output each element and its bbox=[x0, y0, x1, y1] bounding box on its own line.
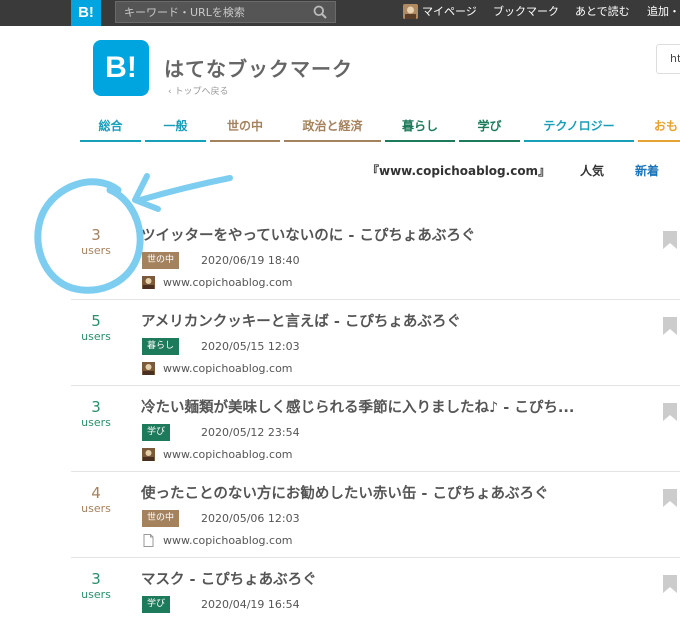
entry-title[interactable]: マスク - こぴちょあぶろぐ bbox=[141, 568, 317, 589]
tab-label: 世の中 bbox=[226, 119, 263, 133]
sort-new-link[interactable]: 新着 bbox=[635, 162, 659, 179]
avatar-icon bbox=[142, 448, 155, 461]
tab-label: 暮らし bbox=[401, 119, 438, 133]
site-title[interactable]: はてなブックマーク bbox=[164, 53, 353, 82]
tab-label: おも bbox=[654, 119, 679, 133]
entry-site[interactable]: www.copichoablog.com bbox=[163, 534, 293, 547]
users-count[interactable]: 5 users bbox=[71, 312, 121, 343]
entry-date: 2020/05/15 12:03 bbox=[201, 340, 300, 353]
entry-title[interactable]: 使ったことのない方にお勧めしたい赤い缶 - こぴちょあぶろぐ bbox=[141, 482, 548, 503]
users-label: users bbox=[81, 416, 111, 429]
sort-popular-link[interactable]: 人気 bbox=[580, 162, 604, 179]
users-count[interactable]: 3 users bbox=[71, 570, 121, 601]
annotation-arrow-line bbox=[137, 175, 233, 203]
search-icon[interactable] bbox=[313, 5, 327, 19]
entry-item: 5 users アメリカンクッキーと言えば - こぴちょあぶろぐ 暮らし 202… bbox=[71, 300, 680, 386]
entry-title[interactable]: 冷たい麺類が美味しく感じられる季節に入りましたね♪ - こぴち... bbox=[141, 396, 574, 417]
users-label: users bbox=[81, 502, 111, 515]
tab-general[interactable]: 一般 bbox=[145, 116, 206, 142]
tab-label: 総合 bbox=[98, 119, 123, 133]
tab-general-all[interactable]: 総合 bbox=[80, 116, 141, 142]
bookmark-icon[interactable] bbox=[663, 489, 677, 507]
tab-society[interactable]: 世の中 bbox=[210, 116, 280, 142]
avatar-icon bbox=[142, 362, 155, 375]
back-link-label: トップへ戻る bbox=[174, 87, 229, 97]
tab-life[interactable]: 暮らし bbox=[385, 116, 455, 142]
tab-technology[interactable]: テクノロジー bbox=[524, 116, 634, 142]
global-header: B! マイページ ブックマーク あとで読む 追加・ bbox=[0, 0, 680, 26]
users-count[interactable]: 4 users bbox=[71, 484, 121, 515]
users-label: users bbox=[81, 330, 111, 343]
entry-site[interactable]: www.copichoablog.com bbox=[163, 448, 293, 461]
bookmark-icon[interactable] bbox=[663, 317, 677, 335]
search-box[interactable] bbox=[115, 1, 336, 23]
nav-add[interactable]: 追加・ bbox=[647, 0, 680, 26]
users-label: users bbox=[81, 588, 111, 601]
category-badge[interactable]: 暮らし bbox=[142, 338, 180, 355]
tab-fun[interactable]: おも bbox=[638, 116, 680, 142]
tab-learning[interactable]: 学び bbox=[459, 116, 520, 142]
back-to-top-link[interactable]: ‹ トップへ戻る bbox=[168, 84, 228, 97]
bookmark-icon[interactable] bbox=[663, 231, 677, 249]
entry-site[interactable]: www.copichoablog.com bbox=[163, 276, 293, 289]
entry-item: 3 users 冷たい麺類が美味しく感じられる季節に入りましたね♪ - こぴち.… bbox=[71, 386, 680, 472]
entry-item: 3 users ツイッターをやっていないのに - こぴちょあぶろぐ 世の中 20… bbox=[71, 214, 680, 300]
tab-label: 政治と経済 bbox=[302, 119, 363, 133]
entry-date: 2020/06/19 18:40 bbox=[201, 254, 300, 267]
users-number: 5 bbox=[91, 312, 101, 330]
users-number: 3 bbox=[91, 398, 101, 416]
users-number: 3 bbox=[91, 570, 101, 588]
search-input[interactable] bbox=[116, 2, 314, 22]
annotation-arrowhead bbox=[132, 173, 161, 212]
entry-item: 3 users マスク - こぴちょあぶろぐ 学び 2020/04/19 16:… bbox=[71, 558, 680, 644]
bookmark-icon[interactable] bbox=[663, 403, 677, 421]
tab-label: テクノロジー bbox=[543, 119, 615, 133]
nav-bookmark[interactable]: ブックマーク bbox=[493, 0, 559, 26]
category-badge[interactable]: 世の中 bbox=[142, 252, 180, 269]
header-right-box[interactable]: ht bbox=[656, 44, 680, 74]
users-label: users bbox=[81, 244, 111, 257]
nav-read-later[interactable]: あとで読む bbox=[575, 0, 630, 26]
tab-label: 一般 bbox=[163, 119, 188, 133]
domain-label: 『www.copichoablog.com』 bbox=[367, 164, 551, 178]
users-number: 3 bbox=[91, 226, 101, 244]
entry-title[interactable]: ツイッターをやっていないのに - こぴちょあぶろぐ bbox=[141, 224, 475, 245]
entry-item: 4 users 使ったことのない方にお勧めしたい赤い缶 - こぴちょあぶろぐ 世… bbox=[71, 472, 680, 558]
hatena-bookmark-logo[interactable]: B! bbox=[93, 40, 149, 96]
bookmark-icon[interactable] bbox=[663, 575, 677, 593]
category-badge[interactable]: 学び bbox=[142, 424, 171, 441]
entry-title[interactable]: アメリカンクッキーと言えば - こぴちょあぶろぐ bbox=[141, 310, 461, 331]
users-number: 4 bbox=[91, 484, 101, 502]
users-count[interactable]: 3 users bbox=[71, 398, 121, 429]
nav-mypage[interactable]: マイページ bbox=[422, 0, 477, 26]
entry-date: 2020/05/12 23:54 bbox=[201, 426, 300, 439]
hatena-logo-small[interactable]: B! bbox=[71, 0, 101, 26]
user-avatar[interactable] bbox=[403, 4, 418, 19]
users-count[interactable]: 3 users bbox=[71, 226, 121, 257]
entry-date: 2020/04/19 16:54 bbox=[201, 598, 300, 611]
document-icon bbox=[143, 534, 154, 547]
entry-date: 2020/05/06 12:03 bbox=[201, 512, 300, 525]
tab-politics-economy[interactable]: 政治と経済 bbox=[284, 116, 381, 142]
category-badge[interactable]: 世の中 bbox=[142, 510, 180, 527]
category-badge[interactable]: 学び bbox=[142, 596, 171, 613]
avatar-icon bbox=[142, 276, 155, 289]
tab-label: 学び bbox=[477, 119, 502, 133]
entry-site[interactable]: www.copichoablog.com bbox=[163, 362, 293, 375]
